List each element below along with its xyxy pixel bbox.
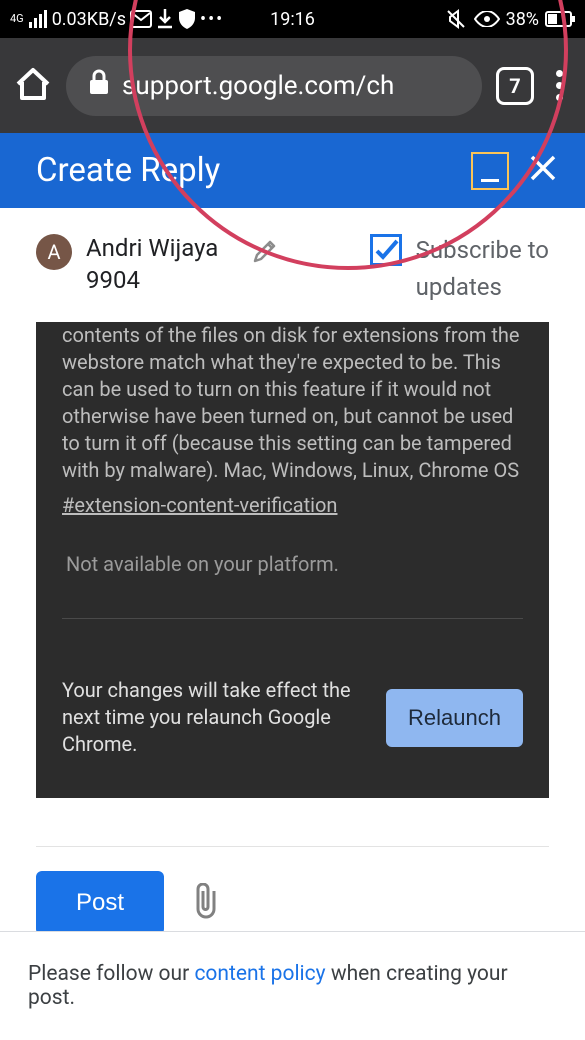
android-status-bar: 4G 0.03KB/s ••• 19:16 38% <box>0 0 585 38</box>
network-type-badge: 4G <box>10 14 24 24</box>
relaunch-message: Your changes will take effect the next t… <box>62 677 364 758</box>
close-button[interactable] <box>529 151 557 191</box>
subscribe-label: Subscribe to updates <box>416 232 549 306</box>
overflow-menu-icon[interactable] <box>548 62 571 109</box>
chrome-toolbar: support.google.com/ch 7 <box>0 38 585 133</box>
policy-footer: Please follow our content policy when cr… <box>0 931 585 1040</box>
attachment-icon[interactable] <box>192 883 220 923</box>
shield-icon <box>178 9 196 29</box>
url-bar[interactable]: support.google.com/ch <box>66 56 482 116</box>
reply-title: Create Reply <box>36 151 220 190</box>
status-right: 38% <box>446 9 575 30</box>
data-speed: 0.03KB/s <box>52 9 126 30</box>
mute-icon <box>446 9 468 29</box>
post-button[interactable]: Post <box>36 871 164 935</box>
battery-percent: 38% <box>506 9 539 30</box>
embedded-screenshot: contents of the files on disk for extens… <box>36 322 549 798</box>
checkbox-checked-icon[interactable] <box>370 234 402 266</box>
edit-icon[interactable] <box>252 238 278 268</box>
content-policy-link[interactable]: content policy <box>194 962 325 986</box>
tab-switcher[interactable]: 7 <box>496 67 534 105</box>
not-available-label: Not available on your platform. <box>62 519 523 618</box>
battery-icon <box>545 11 575 27</box>
author-row: A Andri Wijaya 9904 Subscribe to updates <box>0 208 585 322</box>
mail-icon <box>130 10 152 28</box>
avatar: A <box>36 234 72 270</box>
flag-anchor[interactable]: #extension-content-verification <box>62 493 337 517</box>
minimize-button[interactable] <box>471 152 509 190</box>
eye-icon <box>474 11 500 27</box>
more-indicator: ••• <box>200 9 224 30</box>
reply-sheet-header: Create Reply <box>0 133 585 208</box>
subscribe-toggle[interactable]: Subscribe to updates <box>370 232 549 306</box>
status-left: 4G 0.03KB/s ••• <box>10 9 224 30</box>
signal-icon <box>28 10 48 28</box>
relaunch-button[interactable]: Relaunch <box>386 689 523 747</box>
home-icon[interactable] <box>14 67 52 105</box>
download-icon <box>156 9 174 29</box>
clock: 19:16 <box>270 9 315 30</box>
author-name: Andri Wijaya 9904 <box>86 232 218 297</box>
flag-description: contents of the files on disk for extens… <box>62 322 523 492</box>
lock-icon <box>88 69 110 102</box>
url-text: support.google.com/ch <box>122 71 394 101</box>
